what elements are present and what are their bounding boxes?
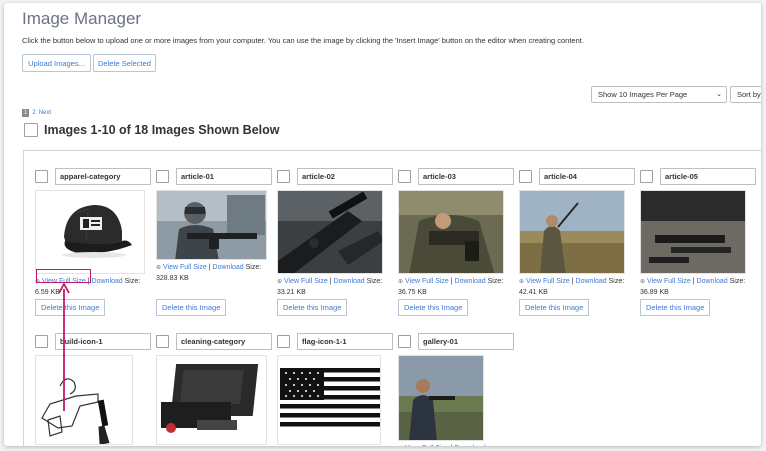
download-link[interactable]: Download	[576, 278, 607, 285]
size-label: Size:	[366, 278, 383, 285]
delete-image-button[interactable]: Delete this Image	[519, 299, 590, 316]
delete-selected-button[interactable]: Delete Selected	[93, 54, 156, 72]
magnify-icon: ⊕	[398, 279, 404, 285]
view-full-size-link[interactable]: View Full Size	[163, 264, 207, 271]
image-size: 36.75 KB	[398, 288, 427, 296]
page-description: Click the button below to upload one or …	[22, 36, 584, 45]
size-label: Size:	[487, 278, 504, 285]
image-name-field[interactable]: article-02	[297, 168, 393, 185]
next-page-link[interactable]: Next	[39, 110, 51, 116]
image-size: 6.59 KB	[35, 288, 60, 296]
image-thumbnail[interactable]	[398, 190, 504, 274]
image-thumbnail[interactable]	[398, 355, 484, 441]
image-thumbnail[interactable]	[519, 190, 625, 274]
image-name-field[interactable]: article-01	[176, 168, 272, 185]
image-thumbnail[interactable]	[277, 355, 381, 445]
images-count-heading: Images 1-10 of 18 Images Shown Below	[44, 123, 280, 137]
image-checkbox[interactable]	[35, 335, 48, 348]
view-full-size-link[interactable]: View Full Size	[405, 445, 449, 446]
delete-image-button[interactable]: Delete this Image	[398, 299, 469, 316]
image-size: 33.21 KB	[277, 288, 306, 296]
image-size: 42.41 KB	[519, 288, 548, 296]
sort-value: Sort by I	[737, 90, 761, 99]
image-thumbnail[interactable]	[640, 190, 746, 274]
size-label: Size:	[729, 278, 746, 285]
delete-image-button[interactable]: Delete this Image	[156, 299, 227, 316]
magnify-icon: ⊕	[277, 279, 283, 285]
image-grid: apparel-category ⊕ View Full Size | Down…	[23, 150, 761, 446]
magnify-icon: ⊕	[156, 265, 162, 271]
download-link[interactable]: Download	[213, 264, 244, 271]
image-thumbnail[interactable]	[35, 190, 145, 274]
image-meta: ⊕ View Full Size | Download Size: 33.21 …	[277, 277, 395, 297]
annotation-arrow	[58, 283, 70, 411]
view-full-size-link[interactable]: View Full Size	[647, 278, 691, 285]
size-label: Size:	[124, 278, 141, 285]
image-checkbox[interactable]	[156, 170, 169, 183]
image-meta: ⊕ View Full Size | Download Size: 328.83…	[156, 263, 274, 283]
image-checkbox[interactable]	[35, 170, 48, 183]
image-meta: ⊕ View Full Size | Download Size: 36.89 …	[640, 277, 758, 297]
image-name-field[interactable]: article-05	[660, 168, 756, 185]
image-thumbnail[interactable]	[156, 190, 267, 260]
images-heading: Images 1-10 of 18 Images Shown Below	[24, 123, 280, 137]
per-page-value: Show 10 Images Per Page	[598, 90, 688, 99]
delete-image-button[interactable]: Delete this Image	[640, 299, 711, 316]
size-label: Size:	[608, 278, 625, 285]
image-size: 36.89 KB	[640, 288, 669, 296]
download-link[interactable]: Download	[92, 278, 123, 285]
delete-image-button[interactable]: Delete this Image	[35, 299, 106, 316]
per-page-select[interactable]: Show 10 Images Per Page ⌄	[591, 86, 727, 103]
image-thumbnail[interactable]	[277, 190, 383, 274]
image-thumbnail[interactable]	[35, 355, 133, 445]
image-checkbox[interactable]	[156, 335, 169, 348]
upload-images-button[interactable]: Upload Images...	[22, 54, 91, 72]
image-thumbnail[interactable]	[156, 355, 267, 445]
page-2-link[interactable]: 2	[32, 110, 35, 116]
image-meta: ⊕ View Full Size | Download Size: 36.75 …	[398, 277, 516, 297]
highlight-box	[36, 269, 91, 283]
download-link[interactable]: Download	[334, 278, 365, 285]
image-name-field[interactable]: cleaning-category	[176, 333, 272, 350]
image-meta: ⊕ View Full Size | Download	[398, 444, 516, 446]
sort-select[interactable]: Sort by I	[730, 86, 761, 103]
image-checkbox[interactable]	[398, 170, 411, 183]
image-name-field[interactable]: article-03	[418, 168, 514, 185]
magnify-icon: ⊕	[519, 279, 525, 285]
image-checkbox[interactable]	[519, 170, 532, 183]
image-name-field[interactable]: article-04	[539, 168, 635, 185]
select-all-checkbox[interactable]	[24, 123, 38, 137]
download-link[interactable]: Download	[697, 278, 728, 285]
page-current: 1	[22, 109, 30, 117]
page-title: Image Manager	[22, 9, 142, 28]
size-label: Size:	[245, 264, 262, 271]
download-link[interactable]: Download	[455, 445, 486, 446]
magnify-icon: ⊕	[640, 279, 646, 285]
pagination: 1 2 Next	[22, 109, 51, 117]
view-full-size-link[interactable]: View Full Size	[284, 278, 328, 285]
image-checkbox[interactable]	[398, 335, 411, 348]
delete-image-button[interactable]: Delete this Image	[277, 299, 348, 316]
image-manager-window: Image Manager Click the button below to …	[4, 3, 761, 446]
image-meta: ⊕ View Full Size | Download Size: 42.41 …	[519, 277, 637, 297]
view-full-size-link[interactable]: View Full Size	[526, 278, 570, 285]
image-name-field[interactable]: gallery-01	[418, 333, 514, 350]
chevron-down-icon: ⌄	[716, 91, 722, 98]
view-full-size-link[interactable]: View Full Size	[405, 278, 449, 285]
image-checkbox[interactable]	[277, 335, 290, 348]
image-checkbox[interactable]	[640, 170, 653, 183]
image-size: 328.83 KB	[156, 274, 189, 282]
image-name-field[interactable]: flag-icon-1-1	[297, 333, 393, 350]
image-name-field[interactable]: apparel-category	[55, 168, 151, 185]
image-checkbox[interactable]	[277, 170, 290, 183]
download-link[interactable]: Download	[455, 278, 486, 285]
